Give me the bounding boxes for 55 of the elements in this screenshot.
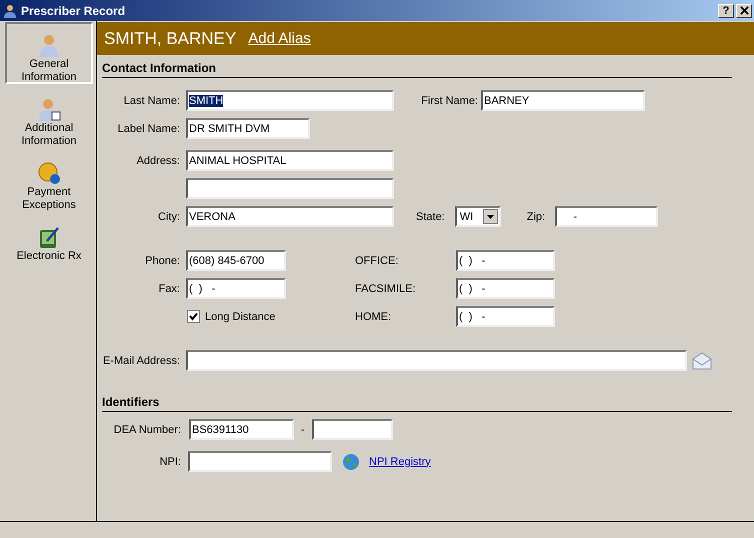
separator-dash: -	[301, 424, 305, 436]
field-label: Phone:	[144, 254, 180, 266]
address-field[interactable]	[186, 178, 394, 199]
field-label: E-Mail Address:	[102, 354, 180, 366]
section-heading: Contact Information	[102, 61, 216, 75]
city-field[interactable]: VERONA	[186, 206, 394, 227]
close-button[interactable]	[736, 4, 752, 18]
office-field[interactable]: ( ) -	[456, 250, 555, 271]
field-label: Label Name:	[116, 122, 180, 134]
facsimile-field[interactable]: ( ) -	[456, 278, 555, 299]
npi-registry-link[interactable]: NPI Registry	[369, 456, 431, 468]
tablet-icon	[37, 225, 61, 249]
field-label: NPI:	[158, 456, 181, 468]
field-label: City:	[157, 210, 180, 222]
sidebar-item[interactable]: General Information	[5, 22, 93, 84]
field-label: HOME:	[355, 310, 392, 322]
state-dropdown[interactable]: WI	[454, 206, 501, 227]
field-label: OFFICE:	[355, 254, 400, 266]
sidebar-item[interactable]: Payment Exceptions	[5, 150, 93, 212]
prescriber-name: SMITH, BARNEY	[104, 28, 236, 48]
coin-icon	[37, 161, 61, 185]
checkbox[interactable]	[187, 310, 200, 323]
home-field[interactable]: ( ) -	[456, 306, 555, 327]
fax-field[interactable]: ( ) -	[186, 278, 286, 299]
first-name-field[interactable]: BARNEY	[481, 90, 645, 111]
checkbox-label: Long Distance	[205, 310, 276, 322]
sidebar-item[interactable]: Additional Information	[5, 86, 93, 148]
window-title: Prescriber Record	[21, 4, 126, 18]
add-alias-link[interactable]: Add Alias	[248, 30, 311, 47]
field-label: Last Name:	[122, 94, 180, 106]
section-heading: Identifiers	[102, 395, 160, 409]
npi-field[interactable]	[188, 451, 332, 472]
envelope-icon[interactable]	[691, 350, 713, 370]
field-label: State:	[416, 210, 445, 222]
email-field[interactable]	[186, 350, 687, 371]
doctor-icon	[37, 97, 61, 121]
field-label: First Name:	[420, 94, 478, 106]
help-button[interactable]: ?	[718, 4, 734, 18]
close-icon	[740, 6, 748, 15]
label-name-field[interactable]: DR SMITH DVM	[186, 118, 310, 139]
field-label: DEA Number:	[112, 424, 181, 436]
phone-field[interactable]: (608) 845-6700	[186, 250, 286, 271]
field-label: Zip:	[526, 210, 546, 222]
doctor-icon	[37, 33, 61, 57]
person-icon	[3, 4, 17, 18]
field-label: Address:	[136, 154, 180, 166]
zip-field[interactable]: -	[555, 206, 658, 227]
dea-number-field[interactable]: BS6391130	[189, 419, 294, 440]
sidebar-item[interactable]: Electronic Rx	[5, 214, 93, 276]
field-label: Fax:	[158, 282, 180, 294]
globe-icon	[342, 452, 360, 470]
field-label: FACSIMILE:	[355, 282, 417, 294]
last-name-field[interactable]: SMITH	[186, 90, 394, 111]
address-field[interactable]: ANIMAL HOSPITAL	[186, 150, 394, 171]
dea-suffix-field[interactable]	[312, 419, 393, 440]
